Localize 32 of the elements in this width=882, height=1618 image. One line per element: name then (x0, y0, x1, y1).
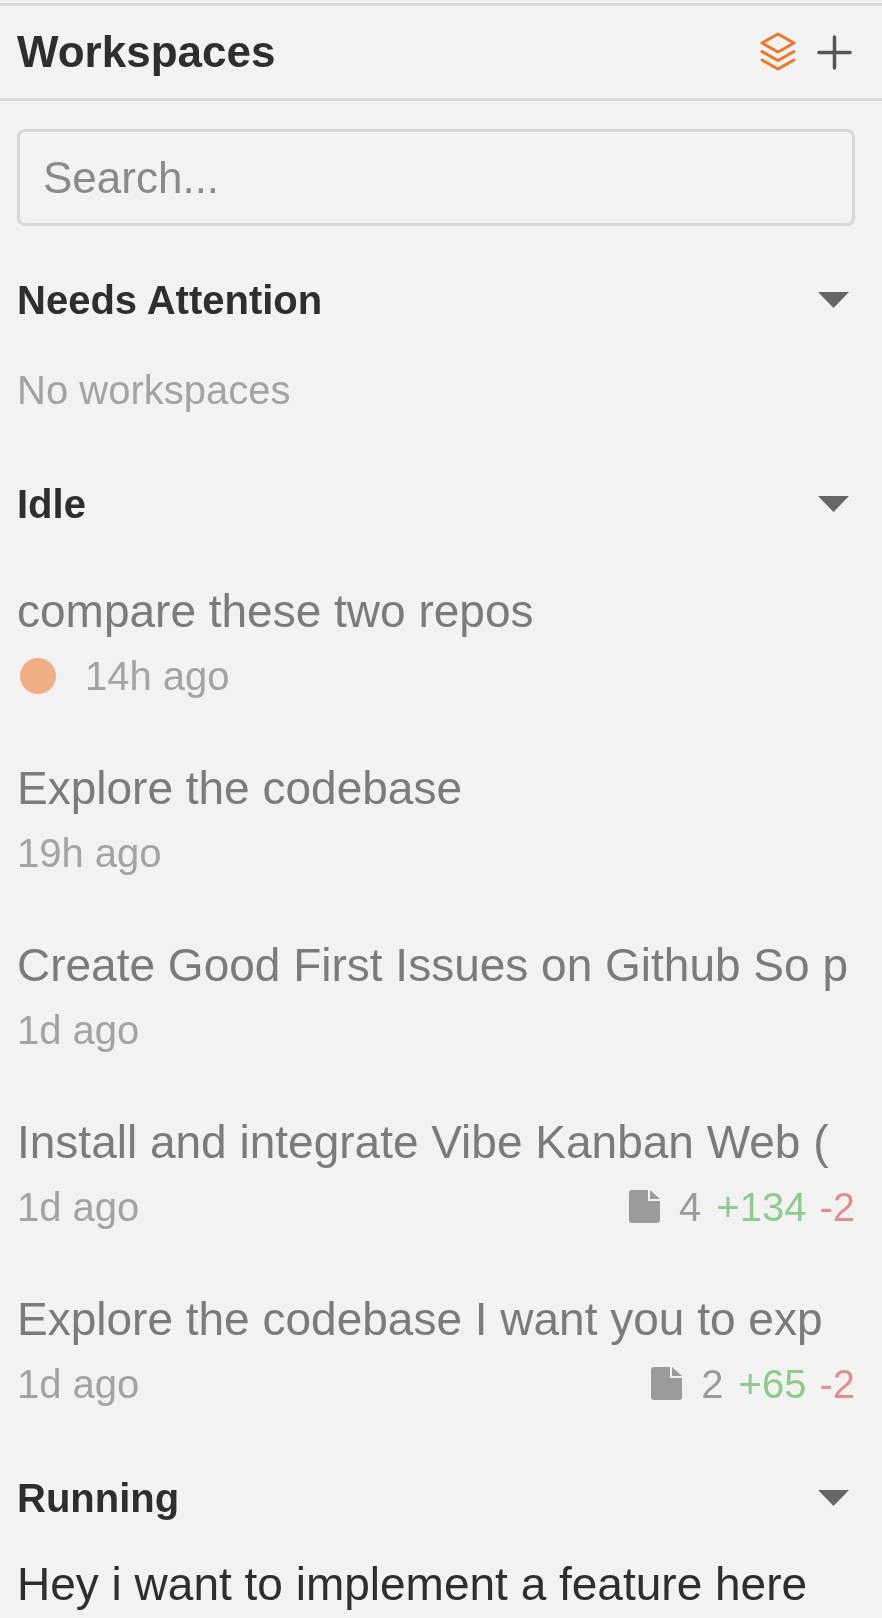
workspace-title[interactable]: Create Good First Issues on Github So p (17, 932, 848, 997)
add-button[interactable] (817, 34, 852, 70)
empty-message: No workspaces (17, 367, 291, 414)
caret-icon[interactable] (818, 496, 849, 512)
plus-icon (817, 34, 852, 70)
layers-button[interactable] (760, 32, 796, 72)
section-title: Idle (17, 481, 86, 528)
workspace-title[interactable]: Explore the codebase I want you to exp (17, 1286, 823, 1351)
file-icon (629, 1190, 661, 1223)
section-title: Running (17, 1475, 180, 1522)
lines-removed: -2 (819, 1360, 855, 1408)
workspace-title[interactable]: compare these two repos (17, 578, 534, 643)
layers-icon (760, 32, 796, 72)
workspace-time: 1d ago (17, 1183, 140, 1231)
file-count: 4 (679, 1183, 702, 1231)
workspace-time: 14h ago (85, 652, 230, 700)
sidebar-title: Workspaces (17, 26, 276, 78)
lines-added: +65 (738, 1360, 807, 1408)
file-count: 2 (701, 1360, 724, 1408)
section-title: Needs Attention (17, 277, 323, 324)
workspace-title[interactable]: Explore the codebase (17, 755, 462, 820)
search-field[interactable]: Search... (17, 129, 855, 226)
file-icon (651, 1367, 683, 1400)
workspace-time: 1d ago (17, 1006, 140, 1054)
lines-removed: -2 (819, 1183, 855, 1231)
workspace-time: 19h ago (17, 829, 162, 877)
workspace-title[interactable]: Install and integrate Vibe Kanban Web ( (17, 1109, 829, 1174)
workspace-title[interactable]: Hey i want to implement a feature here (17, 1557, 808, 1610)
workspace-time: 1d ago (17, 1360, 140, 1408)
lines-added: +134 (716, 1183, 807, 1231)
caret-icon[interactable] (818, 1490, 849, 1506)
caret-icon[interactable] (818, 292, 849, 308)
